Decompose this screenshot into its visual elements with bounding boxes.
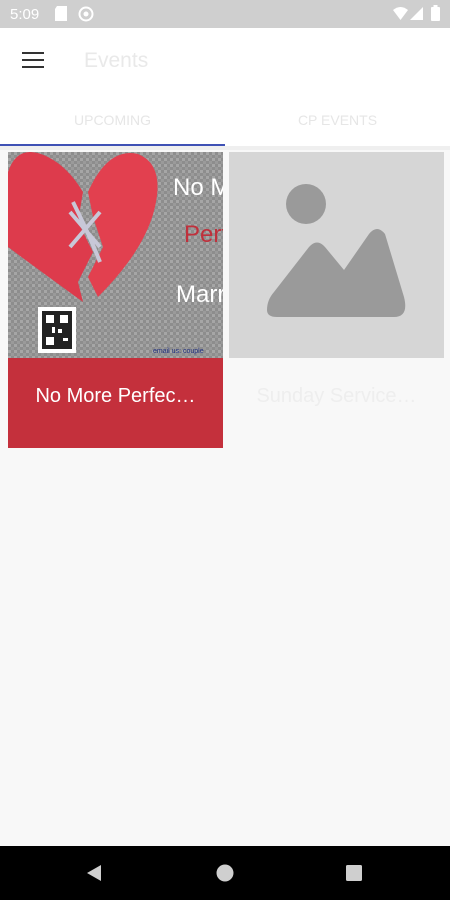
status-time: 5:09: [10, 6, 40, 23]
sync-icon: [78, 6, 94, 22]
hamburger-menu-icon[interactable]: [22, 52, 44, 70]
recents-icon[interactable]: [324, 846, 384, 900]
system-nav-bar: [0, 846, 450, 900]
image-text-line-1: No M: [173, 174, 223, 201]
tab-bar: UPCOMING CP EVENTS: [0, 96, 450, 146]
image-caption: email us: couple: [153, 348, 204, 355]
event-title: Sunday Service…: [256, 385, 417, 407]
tab-cp-events-label: CP EVENTS: [297, 112, 378, 128]
app-bar: Events: [0, 28, 450, 96]
tab-divider: [0, 146, 450, 150]
tab-upcoming-label: UPCOMING: [74, 112, 151, 128]
tab-cp-events[interactable]: CP EVENTS: [225, 96, 450, 146]
placeholder-image-icon: [229, 152, 444, 358]
event-card[interactable]: Sunday Service…: [229, 152, 444, 448]
tab-upcoming[interactable]: UPCOMING: [0, 96, 225, 146]
event-card[interactable]: No M Perf Marr email us: couple No More …: [8, 152, 223, 448]
image-text-line-2: Perf: [184, 221, 223, 248]
wifi-icon: [393, 7, 408, 20]
image-text-line-3: Marr: [176, 281, 223, 308]
event-image: [229, 152, 444, 358]
event-title: No More Perfec…: [35, 385, 196, 407]
status-bar: 5:09: [0, 0, 450, 28]
home-icon[interactable]: [195, 846, 255, 900]
event-image: No M Perf Marr email us: couple: [8, 152, 223, 358]
signal-icon: [410, 7, 423, 20]
sd-card-icon: [55, 6, 67, 21]
back-icon[interactable]: [66, 846, 126, 900]
battery-icon: [431, 5, 440, 21]
page-title: Events: [84, 49, 149, 72]
